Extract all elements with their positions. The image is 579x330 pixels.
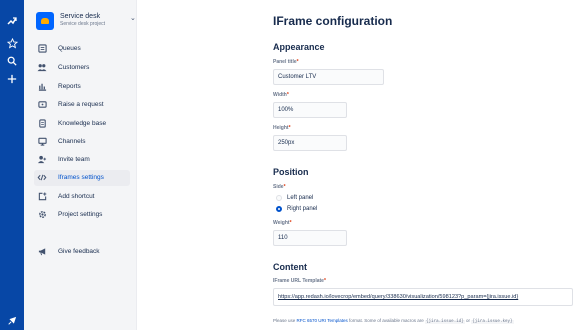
url-template-value: https://app.redash.io/lovecrop/embed/que… [278, 294, 519, 300]
width-field[interactable]: 100% [273, 102, 347, 118]
sidebar-item-label: Add shortcut [58, 193, 95, 200]
knowledge-base-icon [37, 119, 47, 129]
customers-icon [37, 63, 47, 73]
weight-value: 110 [278, 235, 288, 241]
rfc-link[interactable]: RFC 6570 URI Templates [297, 318, 348, 323]
plus-icon[interactable] [4, 72, 20, 86]
raise-request-icon [37, 100, 47, 110]
sidebar-item-give-feedback[interactable]: Give feedback [34, 244, 130, 260]
height-value: 250px [278, 140, 295, 146]
url-template-field[interactable]: https://app.redash.io/lovecrop/embed/que… [273, 288, 573, 306]
sidebar-item-customers[interactable]: Customers [34, 60, 130, 76]
sidebar-item-raise-request[interactable]: Raise a request [34, 97, 130, 113]
chevron-down-icon[interactable]: ⌄ [130, 14, 136, 22]
side-label: Side* [273, 184, 286, 190]
channels-icon [37, 137, 47, 147]
radio-unchecked-icon[interactable] [276, 195, 282, 201]
sidebar-item-label: Iframes settings [58, 174, 104, 181]
star-icon[interactable] [4, 36, 20, 50]
project-sidebar: Service desk Service desk project ⌄ Queu… [24, 0, 137, 330]
height-field[interactable]: 250px [273, 135, 347, 151]
invite-team-icon [37, 155, 47, 165]
search-icon[interactable] [4, 54, 20, 68]
sidebar-item-label: Project settings [58, 211, 103, 218]
feedback-icon[interactable] [4, 314, 20, 328]
sidebar-item-knowledge-base[interactable]: Knowledge base [34, 116, 130, 132]
sidebar-item-reports[interactable]: Reports [34, 79, 130, 95]
height-label: Height* [273, 125, 291, 131]
reports-icon [37, 82, 47, 92]
project-switcher[interactable]: Service desk Service desk project ⌄ [36, 10, 136, 34]
macro-issue-id: {jira.issue.id} [425, 320, 465, 324]
radio-checked-icon[interactable] [276, 206, 282, 212]
gear-icon [37, 210, 47, 220]
sidebar-item-label: Channels [58, 138, 86, 145]
right-panel-label: Right panel [287, 206, 318, 212]
width-label: Width* [273, 92, 289, 98]
sidebar-item-label: Customers [58, 64, 90, 71]
sidebar-item-invite-team[interactable]: Invite team [34, 152, 130, 168]
weight-field[interactable]: 110 [273, 230, 347, 246]
sidebar-item-queues[interactable]: Queues [34, 41, 130, 57]
main-content: IFrame configuration Appearance Panel ti… [137, 0, 579, 330]
appearance-heading: Appearance [273, 42, 325, 52]
sidebar-item-label: Give feedback [58, 248, 100, 255]
add-shortcut-icon [37, 192, 47, 202]
page-title: IFrame configuration [273, 14, 393, 28]
project-avatar [36, 12, 54, 30]
position-heading: Position [273, 167, 309, 177]
sidebar-item-iframes-settings[interactable]: Iframes settings [34, 170, 130, 186]
panel-title-field[interactable]: Customer LTV [273, 69, 384, 85]
left-panel-label: Left panel [287, 195, 314, 201]
sidebar-item-project-settings[interactable]: Project settings [34, 207, 130, 223]
width-value: 100% [278, 107, 294, 113]
global-navigation [0, 0, 24, 330]
app-logo-icon[interactable] [4, 14, 20, 28]
sidebar-item-add-shortcut[interactable]: Add shortcut [34, 189, 130, 205]
sidebar-item-label: Invite team [58, 156, 90, 163]
weight-label: Weight* [273, 220, 292, 226]
sidebar-item-channels[interactable]: Channels [34, 134, 130, 150]
sidebar-item-label: Knowledge base [58, 120, 107, 127]
url-template-label: IFrame URL Template* [273, 278, 326, 284]
macro-issue-key: {jira.issue.key} [471, 320, 514, 324]
code-icon [37, 173, 47, 183]
panel-title-label: Panel title* [273, 59, 299, 65]
url-help-text: Please use RFC 6570 URI Templates format… [273, 318, 514, 324]
sidebar-item-label: Reports [58, 83, 81, 90]
sidebar-item-label: Queues [58, 45, 81, 52]
content-heading: Content [273, 262, 307, 272]
project-type: Service desk project [60, 21, 106, 27]
sidebar-item-label: Raise a request [58, 101, 104, 108]
megaphone-icon [37, 247, 47, 257]
panel-title-value: Customer LTV [278, 74, 317, 80]
queues-icon [37, 44, 47, 54]
project-name: Service desk [60, 13, 101, 20]
